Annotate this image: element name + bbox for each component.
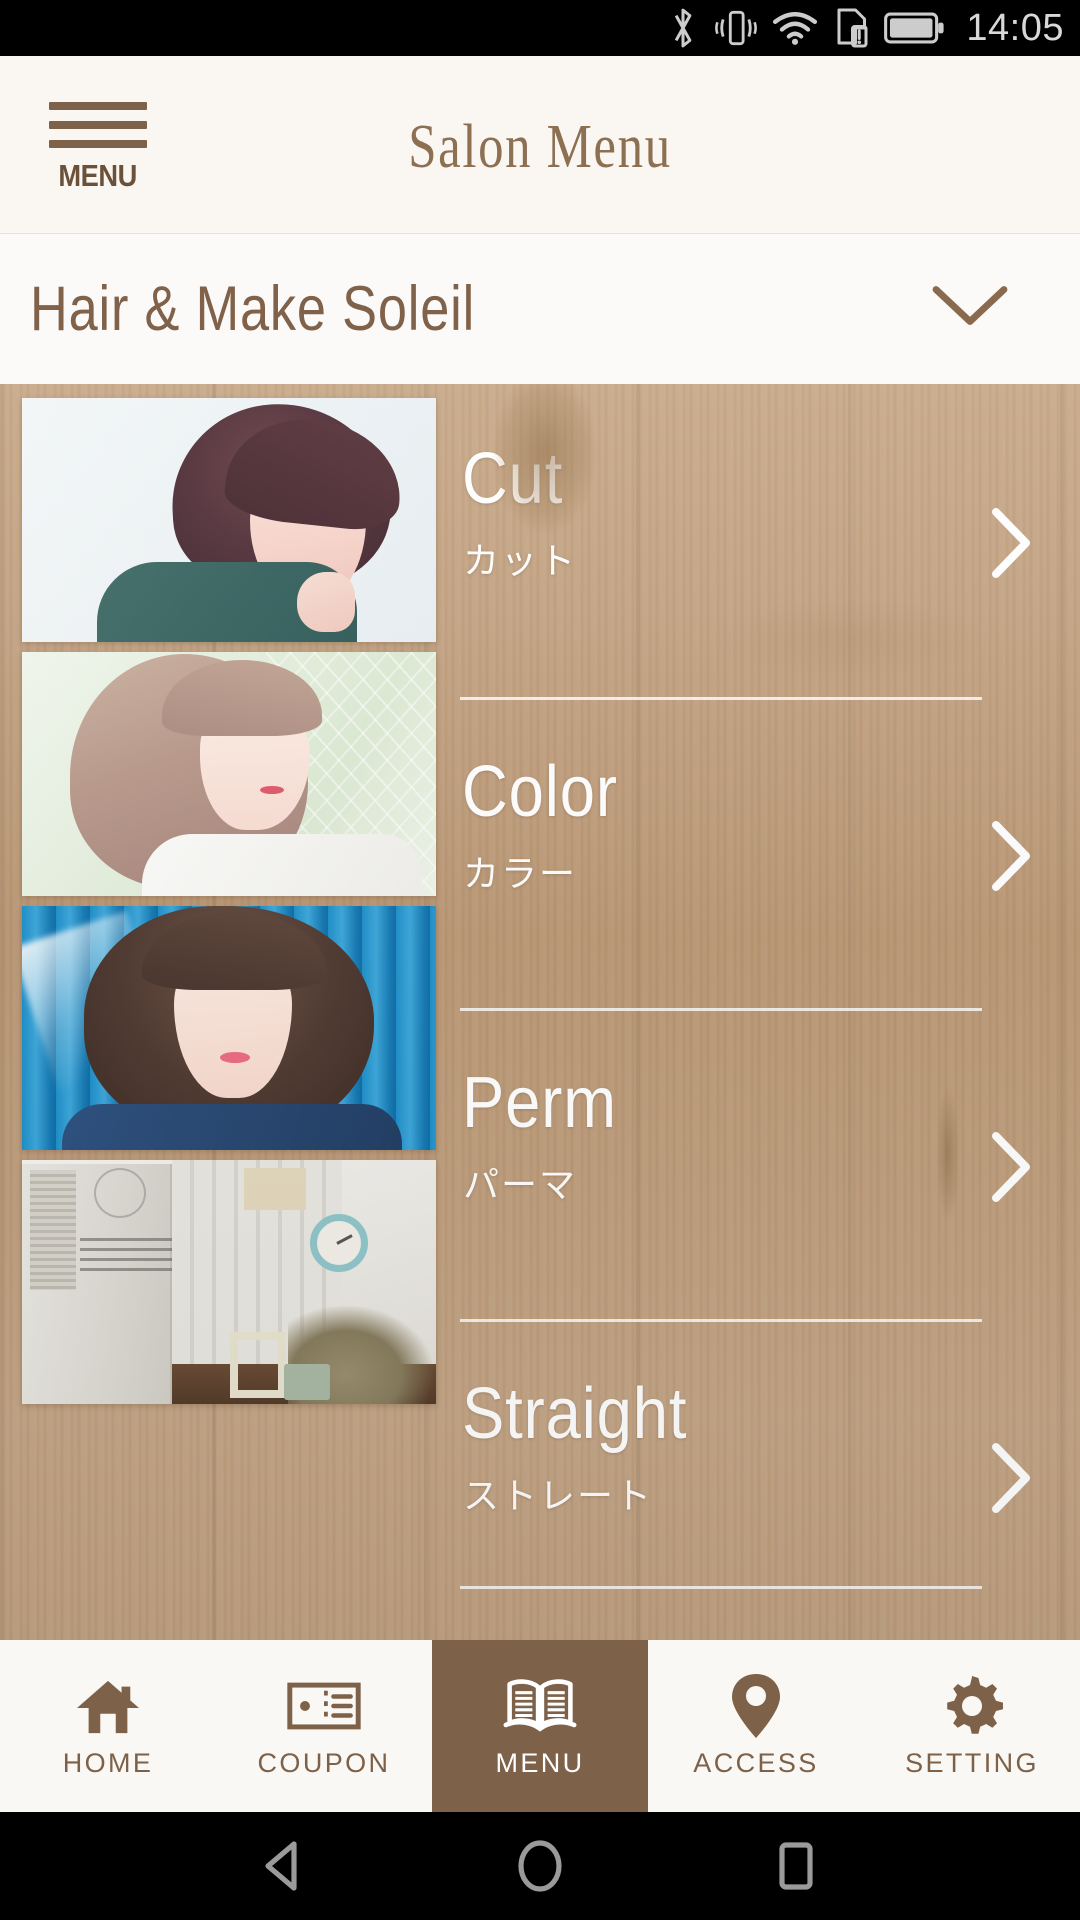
status-bar-clock: 14:05 bbox=[966, 6, 1064, 49]
chevron-right-icon[interactable] bbox=[988, 819, 1034, 898]
page-title: Salon Menu bbox=[408, 112, 672, 181]
tab-label-coupon: COUPON bbox=[257, 1747, 391, 1778]
tab-menu[interactable]: MENU bbox=[432, 1640, 648, 1812]
menu-item-title-en: Perm bbox=[462, 1063, 617, 1143]
sim-alert-icon bbox=[832, 7, 870, 49]
tab-setting[interactable]: SETTING bbox=[864, 1640, 1080, 1812]
status-bar: 14:05 bbox=[0, 0, 1080, 56]
menu-item-title-en: Color bbox=[462, 752, 618, 832]
menu-item-title-jp: パーマ bbox=[463, 1165, 578, 1206]
menu-row-perm[interactable]: Perm パーマ bbox=[460, 1008, 1080, 1319]
home-button[interactable] bbox=[512, 1838, 568, 1894]
chevron-right-icon[interactable] bbox=[988, 506, 1034, 585]
menu-row-color[interactable]: Color カラー bbox=[460, 697, 1080, 1008]
map-pin-icon bbox=[728, 1673, 784, 1738]
bluetooth-icon bbox=[666, 6, 700, 50]
tab-coupon[interactable]: COUPON bbox=[216, 1640, 432, 1812]
menu-thumbnail-cut[interactable] bbox=[22, 398, 436, 642]
row-divider bbox=[460, 1008, 982, 1011]
menu-list-bottom-divider bbox=[460, 1586, 982, 1589]
home-icon bbox=[73, 1674, 143, 1738]
salon-selector[interactable]: Hair & Make Soleil bbox=[0, 234, 1080, 384]
row-divider bbox=[460, 1319, 982, 1322]
tab-home[interactable]: HOME bbox=[0, 1640, 216, 1812]
menu-item-title-en: Straight bbox=[462, 1374, 688, 1454]
gear-icon bbox=[938, 1674, 1006, 1738]
menu-row-list: Cut カット Color カラー Perm パーマ Straight ストレー… bbox=[460, 384, 1080, 1642]
menu-item-title-jp: カラー bbox=[463, 854, 578, 895]
app-header: MENU Salon Menu bbox=[0, 56, 1080, 234]
phone-screen: 14:05 MENU Salon Menu Hair & Make Soleil bbox=[0, 0, 1080, 1920]
menu-item-title-jp: ストレート bbox=[463, 1476, 654, 1517]
menu-item-title-en: Cut bbox=[462, 439, 564, 519]
battery-icon bbox=[884, 11, 946, 45]
menu-row-cut[interactable]: Cut カット bbox=[460, 386, 1080, 697]
android-nav-bar bbox=[0, 1812, 1080, 1920]
salon-name: Hair & Make Soleil bbox=[30, 274, 476, 344]
tab-label-setting: SETTING bbox=[905, 1747, 1039, 1778]
menu-row-straight[interactable]: Straight ストレート bbox=[460, 1319, 1080, 1630]
tab-label-menu: MENU bbox=[495, 1747, 585, 1778]
tab-label-home: HOME bbox=[62, 1747, 154, 1778]
tab-label-access: ACCESS bbox=[693, 1747, 819, 1778]
chevron-down-icon[interactable] bbox=[930, 282, 1010, 337]
bottom-tab-bar: HOME COUPON MENU ACCESS SETTING bbox=[0, 1640, 1080, 1812]
vibrate-icon bbox=[714, 8, 758, 48]
chevron-right-icon[interactable] bbox=[988, 1441, 1034, 1520]
tab-access[interactable]: ACCESS bbox=[648, 1640, 864, 1812]
chevron-right-icon[interactable] bbox=[988, 1130, 1034, 1209]
menu-thumbnail-perm[interactable] bbox=[22, 906, 436, 1150]
menu-list-wood-panel: Cut カット Color カラー Perm パーマ Straight ストレー… bbox=[0, 384, 1080, 1642]
menu-thumbnail-color[interactable] bbox=[22, 652, 436, 896]
row-divider bbox=[460, 697, 982, 700]
book-icon bbox=[502, 1674, 578, 1738]
recents-button[interactable] bbox=[768, 1838, 824, 1894]
back-button[interactable] bbox=[256, 1838, 312, 1894]
menu-thumbnail-straight[interactable] bbox=[22, 1160, 436, 1404]
ticket-icon bbox=[286, 1674, 362, 1738]
wifi-icon bbox=[772, 9, 818, 47]
menu-item-title-jp: カット bbox=[463, 541, 578, 582]
